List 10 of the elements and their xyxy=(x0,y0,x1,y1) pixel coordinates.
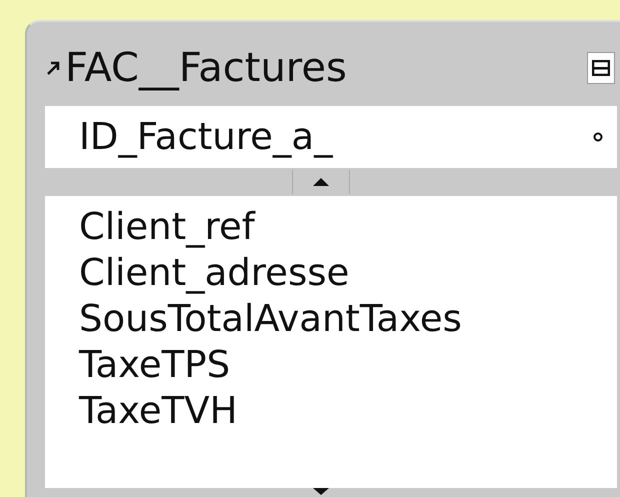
field-name[interactable]: Client_ref xyxy=(79,204,617,250)
field-name[interactable]: TaxeTPS xyxy=(79,342,617,388)
field-name[interactable]: TaxeTVH xyxy=(79,388,617,434)
field-name[interactable]: Client_adresse xyxy=(79,250,617,296)
table-title: FAC__Factures xyxy=(65,48,347,88)
arrow-icon[interactable] xyxy=(45,60,61,76)
collapse-button[interactable] xyxy=(587,52,615,84)
scroll-up-icon[interactable] xyxy=(312,177,330,187)
menu-icon xyxy=(592,60,610,76)
field-name[interactable]: SousTotalAvantTaxes xyxy=(79,296,617,342)
